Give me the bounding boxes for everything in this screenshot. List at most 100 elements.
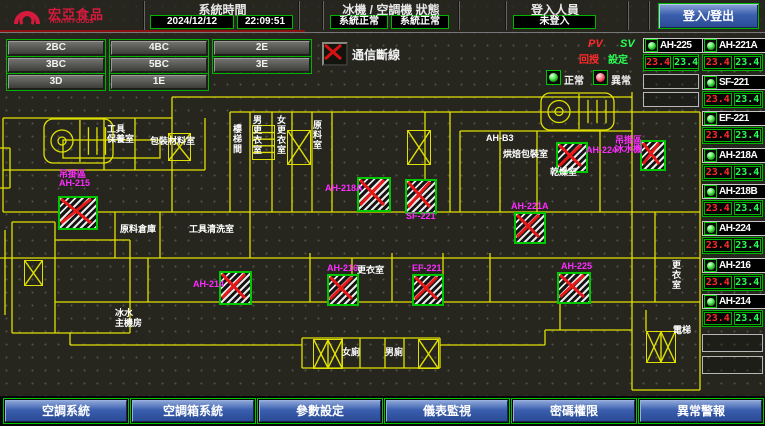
nav-button-1[interactable]: 空調系統 bbox=[5, 400, 127, 422]
status-led-icon bbox=[704, 185, 717, 198]
floor-button-group: 3BC bbox=[6, 56, 106, 74]
unit-box-0[interactable] bbox=[58, 196, 98, 230]
unit-box-8[interactable] bbox=[557, 272, 591, 304]
status-led-icon bbox=[645, 39, 658, 52]
unit-name-label: EF-221 bbox=[719, 113, 749, 124]
sv-value: 23.4 bbox=[734, 202, 762, 215]
sidebar-unit-AH-216[interactable]: AH-216 bbox=[702, 258, 765, 273]
unit-label-0: 吊掛區AH-215 bbox=[59, 170, 90, 188]
floor-button-1E[interactable]: 1E bbox=[111, 75, 207, 89]
stairs-icon bbox=[418, 339, 439, 369]
unit-name-label: AH-218B bbox=[719, 186, 757, 197]
nav-button-group: 空調箱系統 bbox=[130, 398, 256, 424]
feedback-column-header: 回授 bbox=[579, 51, 599, 66]
nav-button-group: 密碼權限 bbox=[511, 398, 637, 424]
stairs-icon bbox=[287, 130, 311, 165]
unit-label-8: AH-225 bbox=[561, 262, 592, 271]
sidebar-unit-AH-218B[interactable]: AH-218B bbox=[702, 184, 765, 199]
led-dot bbox=[707, 79, 715, 87]
divider bbox=[298, 1, 300, 30]
pv-value: 23.4 bbox=[704, 93, 732, 106]
divider bbox=[648, 1, 650, 30]
login-user-value: 未登入 bbox=[513, 15, 596, 29]
floor-button-2BC[interactable]: 2BC bbox=[8, 41, 104, 55]
unit-box-5[interactable] bbox=[412, 274, 444, 306]
unit-name-label: AH-221A bbox=[719, 40, 757, 51]
sv-value: 23.4 bbox=[734, 312, 762, 325]
unit-values: 23.423.4 bbox=[702, 274, 763, 291]
divider bbox=[505, 1, 507, 30]
unit-label-2: AH-218A bbox=[325, 184, 363, 193]
pv-value: 23.4 bbox=[704, 166, 732, 179]
nav-button-5[interactable]: 密碼權限 bbox=[513, 400, 635, 422]
unit-box-3[interactable] bbox=[405, 179, 437, 214]
room-label: AH-B3 bbox=[486, 133, 514, 143]
unit-name-label: SF-221 bbox=[719, 77, 749, 88]
status-led-icon bbox=[704, 222, 717, 235]
nav-button-2[interactable]: 空調箱系統 bbox=[132, 400, 254, 422]
room-label: 冰水 主機房 bbox=[115, 308, 142, 328]
room-label: 女更衣室 bbox=[276, 115, 286, 155]
divider bbox=[322, 1, 324, 30]
led-dot bbox=[707, 225, 715, 233]
unit-box-6[interactable] bbox=[514, 212, 546, 244]
sidebar-unit-AH-225[interactable]: AH-225 bbox=[643, 38, 703, 53]
offline-x-icon bbox=[221, 273, 246, 299]
floor-button-group: 3E bbox=[212, 56, 312, 74]
unit-values: 23.423.4 bbox=[643, 54, 699, 71]
room-label: 包裝材料室 bbox=[150, 136, 195, 146]
status-led-icon bbox=[704, 112, 717, 125]
offline-x-icon bbox=[642, 142, 660, 165]
nav-button-group: 儀表監視 bbox=[384, 398, 510, 424]
unit-label-line: AH-221A bbox=[511, 202, 549, 211]
sv-column-header: SV bbox=[620, 38, 635, 50]
chiller-status-value: 系統正常 bbox=[330, 15, 388, 29]
sidebar-unit-EF-221[interactable]: EF-221 bbox=[702, 111, 765, 126]
unit-label-line: AH-225 bbox=[561, 262, 592, 271]
unit-label-line: AH-218A bbox=[325, 184, 363, 193]
floor-button-3D[interactable]: 3D bbox=[8, 75, 104, 89]
sidebar-unit-AH-218A[interactable]: AH-218A bbox=[702, 148, 765, 163]
unit-box-4[interactable] bbox=[327, 274, 359, 306]
floor-button-3BC[interactable]: 3BC bbox=[8, 58, 104, 72]
floor-button-4BC[interactable]: 4BC bbox=[111, 41, 207, 55]
offline-x-icon bbox=[60, 198, 92, 224]
nav-button-4[interactable]: 儀表監視 bbox=[386, 400, 508, 422]
nav-button-group: 參數設定 bbox=[257, 398, 383, 424]
brand-name-en: HUNYA FOODS bbox=[50, 19, 94, 25]
unit-label-6: AH-221A bbox=[511, 202, 549, 211]
nav-button-group: 異常警報 bbox=[638, 398, 764, 424]
unit-values: 23.423.4 bbox=[702, 200, 763, 217]
floor-button-3E[interactable]: 3E bbox=[214, 58, 310, 72]
floor-button-group: 5BC bbox=[109, 56, 209, 74]
sidebar-unit-AH-214[interactable]: AH-214 bbox=[702, 294, 765, 309]
sidebar-unit-AH-224[interactable]: AH-224 bbox=[702, 221, 765, 236]
brand-logo-icon bbox=[8, 2, 46, 30]
unit-box-9[interactable] bbox=[640, 140, 666, 171]
sidebar-empty-slot bbox=[702, 334, 763, 352]
sidebar-unit-SF-221[interactable]: SF-221 bbox=[702, 75, 765, 90]
unit-name-label: AH-225 bbox=[660, 40, 691, 51]
sidebar-empty-slot bbox=[643, 92, 699, 107]
spiral-stairs-icon bbox=[43, 118, 114, 164]
offline-x-icon bbox=[516, 214, 540, 238]
room-label: 電梯 bbox=[673, 325, 691, 335]
unit-label-1: AH-214 bbox=[193, 280, 224, 289]
abnormal-label: 異常 bbox=[611, 72, 631, 87]
offline-x-icon bbox=[414, 276, 438, 300]
led-dot bbox=[707, 298, 715, 306]
login-logout-button[interactable]: 登入/登出 bbox=[658, 3, 759, 29]
sidebar-unit-AH-221A[interactable]: AH-221A bbox=[702, 38, 765, 53]
ac-status-value: 系統正常 bbox=[391, 15, 449, 29]
nav-button-3[interactable]: 參數設定 bbox=[259, 400, 381, 422]
floor-button-2E[interactable]: 2E bbox=[214, 41, 310, 55]
floor-button-5BC[interactable]: 5BC bbox=[111, 58, 207, 72]
pv-value: 23.4 bbox=[704, 276, 732, 289]
normal-led-icon bbox=[546, 70, 561, 85]
nav-button-6[interactable]: 異常警報 bbox=[640, 400, 762, 422]
unit-values: 23.423.4 bbox=[702, 310, 763, 327]
unit-name-label: AH-224 bbox=[719, 223, 750, 234]
sv-value: 23.4 bbox=[673, 56, 699, 69]
pv-value: 23.4 bbox=[645, 56, 671, 69]
room-label: 樓梯間 bbox=[232, 124, 242, 154]
